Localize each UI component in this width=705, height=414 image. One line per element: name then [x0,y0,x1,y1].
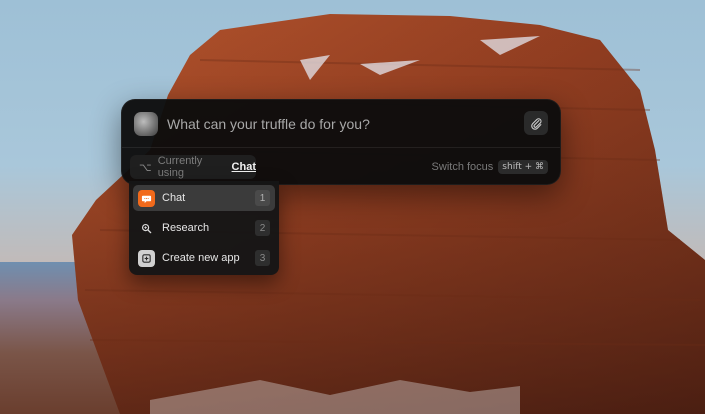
switch-focus-shortcut: shift + ⌘ [498,160,548,174]
truffle-avatar [134,112,158,136]
dropdown-item-shortcut: 3 [255,250,270,266]
wallpaper-mesa [72,14,705,414]
dropdown-item-create-new-app[interactable]: Create new app 3 [133,245,275,271]
dropdown-item-chat[interactable]: Chat 1 [133,185,275,211]
option-key-icon: ⌥ [139,160,152,174]
current-app-name[interactable]: Chat [232,161,256,173]
attach-button[interactable] [524,111,548,135]
dropdown-item-shortcut: 1 [255,190,270,206]
dropdown-item-shortcut: 2 [255,220,270,236]
current-app-prefix: Currently using [157,155,203,179]
switch-focus-label: Switch focus [431,161,494,173]
prompt-input[interactable] [167,115,507,133]
switch-focus-hint: Switch focus shift + ⌘ [432,160,548,174]
chat-bubble-icon [138,189,155,207]
dropdown-item-label: Create new app [162,252,240,264]
magnifier-icon [138,220,155,237]
prompt-row [122,100,560,148]
current-app-selector[interactable]: ⌥ Currently using Chat [130,155,256,179]
paperclip-icon [530,117,541,130]
dropdown-item-label: Chat [162,192,186,204]
app-dropdown: Chat 1 Research 2 Create new app 3 [129,181,279,275]
dropdown-item-label: Research [162,222,210,234]
command-palette: ⌥ Currently using Chat Switch focus shif… [121,99,561,185]
desktop-wallpaper [0,0,705,414]
plus-square-icon [138,249,155,267]
dropdown-item-research[interactable]: Research 2 [133,215,275,241]
